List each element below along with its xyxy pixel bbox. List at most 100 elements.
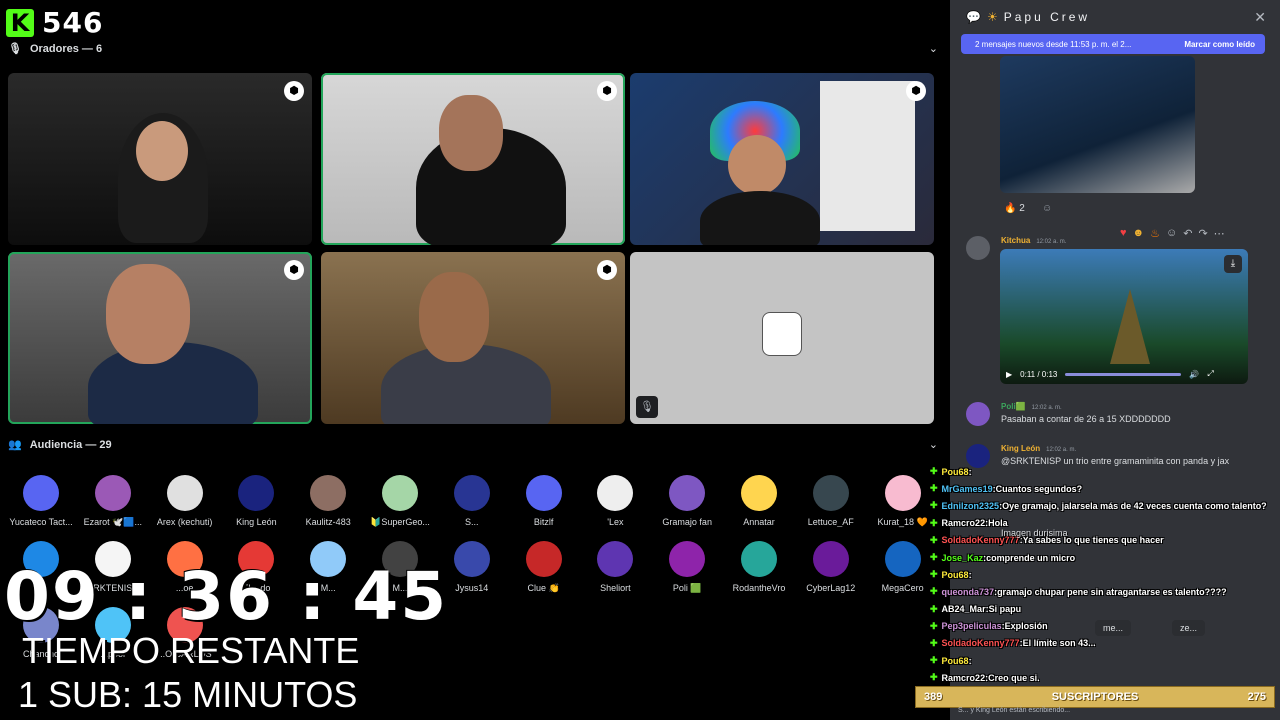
audience-member[interactable]: Clue 👏	[508, 541, 580, 594]
speaker-tile-6[interactable]: 🎙	[630, 252, 934, 424]
more-icon[interactable]: ⋯	[1214, 227, 1225, 240]
audience-member[interactable]: Gramajo fan	[651, 475, 723, 527]
play-icon[interactable]: ▶	[1006, 370, 1012, 379]
video-time: 0:11 / 0:13	[1020, 369, 1058, 379]
overlay-chat-message: Si papu	[988, 604, 1022, 615]
speakers-header[interactable]: 🎙 Oradores — 6	[8, 42, 102, 56]
audience-member[interactable]: S...	[436, 475, 508, 527]
anonymous-mask-icon	[762, 312, 802, 356]
overlay-chat-line: ✚ Pou68 :	[930, 463, 1280, 480]
reaction-count: 2	[1019, 203, 1025, 214]
audience-member[interactable]: 🔰SuperGeo...	[364, 475, 436, 528]
muted-microphone-icon: 🎙	[636, 396, 658, 418]
overlay-chat-line: ✚ queonda737 : gramajo chupar pene sin at…	[930, 583, 1280, 600]
badge-icon: ✚	[930, 586, 938, 597]
avatar	[741, 475, 777, 511]
audience-member[interactable]: Kaulitz-483	[292, 475, 364, 527]
audience-name: RodantheVro	[732, 583, 786, 593]
audience-member[interactable]: Kurat_18 🧡	[867, 475, 939, 528]
audience-member[interactable]: King León	[220, 475, 292, 527]
audience-member[interactable]: Lettuce_AF	[795, 475, 867, 527]
speaker-tile-3[interactable]: ⬢	[630, 73, 934, 245]
audience-name: 'Lex	[607, 517, 624, 527]
add-reaction-icon[interactable]: ☺	[1042, 203, 1052, 214]
overlay-chat-user: Pep3peliculas	[941, 621, 1002, 632]
shield-icon: ⬢	[284, 260, 304, 280]
overlay-chat-user: Ramcro22	[941, 672, 986, 683]
avatar	[23, 475, 59, 511]
avatar	[812, 541, 849, 577]
audience-member[interactable]: Annatar	[723, 475, 795, 527]
fullscreen-icon[interactable]: ⤢	[1207, 369, 1213, 379]
imagen-text: Imagen durisima	[1001, 528, 1068, 538]
audience-member[interactable]: CyberLag12	[795, 541, 867, 593]
avatar[interactable]	[966, 402, 990, 426]
stream-chat-overlay: ✚ Pou68 : ✚ MrGames19 : Cuantos segundos? ✚…	[930, 463, 1280, 686]
message-author[interactable]: Kitchua 12:02 a. m.	[1001, 236, 1066, 245]
reply-bubble-ze[interactable]: ze...	[1172, 620, 1206, 636]
forward-icon[interactable]: ↷	[1198, 227, 1207, 240]
fire-icon[interactable]: ♨	[1150, 227, 1160, 240]
badge-icon: ✚	[930, 534, 938, 545]
audience-member[interactable]: Arex (kechuti)	[149, 475, 221, 527]
shared-image[interactable]	[1000, 56, 1195, 193]
avatar	[884, 475, 921, 511]
sub-count-left: 389	[924, 691, 943, 703]
stage-view: K 546 🎙 Oradores — 6 ⌄ ⬢ ⬢ ⬢ ⬢ ⬢ 🎙 👥 Aud…	[0, 0, 950, 720]
audience-member[interactable]: Yucateco Tact...	[5, 475, 77, 527]
fire-reaction[interactable]: 🔥 2	[1004, 203, 1025, 214]
download-icon[interactable]: ⤓	[1224, 255, 1242, 273]
overlay-chat-line: ✚ MrGames19 : Cuantos segundos?	[930, 480, 1280, 497]
kick-logo: K 546	[6, 6, 103, 39]
speaker-tile-1[interactable]: ⬢	[8, 73, 312, 245]
audience-member[interactable]: Sheliort	[579, 541, 651, 593]
speaker-face	[439, 95, 503, 171]
avatar[interactable]	[966, 236, 990, 260]
reply-icon[interactable]: ↶	[1183, 227, 1192, 240]
speaker-face	[136, 121, 188, 181]
avatar	[382, 475, 418, 511]
chevron-down-icon[interactable]: ⌄	[929, 42, 938, 55]
volume-icon[interactable]: 🔊	[1189, 370, 1199, 379]
shield-icon: ⬢	[597, 81, 617, 101]
badge-icon: ✚	[930, 517, 938, 528]
separator: :	[968, 466, 972, 477]
new-messages-banner[interactable]: 2 mensajes nuevos desde 11:53 p. m. el 2…	[961, 34, 1265, 54]
audience-member[interactable]: RodantheVro	[723, 541, 795, 593]
speaker-face	[106, 264, 190, 364]
audience-member[interactable]: Poli 🟩	[651, 541, 723, 594]
audience-member[interactable]: Ezarot 🕊️🟦...	[77, 475, 149, 528]
message-author[interactable]: King León 12:02 a. m.	[1001, 444, 1076, 453]
overlay-chat-line: ✚ Pou68 :	[930, 566, 1280, 583]
reply-bubble-me[interactable]: me...	[1095, 620, 1132, 636]
emoji-icon[interactable]: ☺	[1166, 227, 1177, 240]
mark-read-button[interactable]: Marcar como leído	[1184, 40, 1255, 49]
badge-icon: ✚	[930, 603, 938, 614]
chevron-down-icon[interactable]: ⌄	[929, 438, 938, 451]
shield-icon: ⬢	[597, 260, 617, 280]
audience-name: Kaulitz-483	[305, 517, 351, 527]
audience-member[interactable]: 'Lex	[579, 475, 651, 527]
video-progress[interactable]	[1065, 372, 1182, 376]
overlay-chat-message: El límite son 43...	[1022, 638, 1096, 649]
speaker-tile-5[interactable]: ⬢	[321, 252, 625, 424]
typing-indicator: S... y King León están escribiendo...	[958, 707, 1071, 714]
laugh-icon[interactable]: ☻	[1133, 227, 1145, 240]
shield-icon: ⬢	[906, 81, 926, 101]
audience-member[interactable]: MegaCero	[867, 541, 939, 593]
audience-header[interactable]: 👥 Audiencia — 29	[8, 438, 112, 452]
thread-icon: 💬	[966, 10, 981, 24]
speaker-tile-2[interactable]: ⬢	[321, 73, 625, 245]
close-icon[interactable]: ✕	[1254, 9, 1266, 26]
microphone-icon: 🎙	[8, 43, 22, 55]
speaker-face	[419, 272, 489, 362]
speaker-tile-4[interactable]: ⬢	[8, 252, 312, 424]
badge-icon: ✚	[930, 655, 938, 666]
group-icon: 👥	[8, 439, 22, 451]
audience-name: Ezarot 🕊️🟦...	[83, 517, 143, 527]
heart-icon[interactable]: ♥	[1120, 227, 1127, 240]
message-author[interactable]: Poli🟩 12:02 a. m.	[1001, 402, 1062, 411]
channel-title: Papu Crew	[1003, 10, 1091, 24]
audience-member[interactable]: Bitzlf	[508, 475, 580, 527]
audience-name: Clue 👏	[527, 583, 560, 593]
